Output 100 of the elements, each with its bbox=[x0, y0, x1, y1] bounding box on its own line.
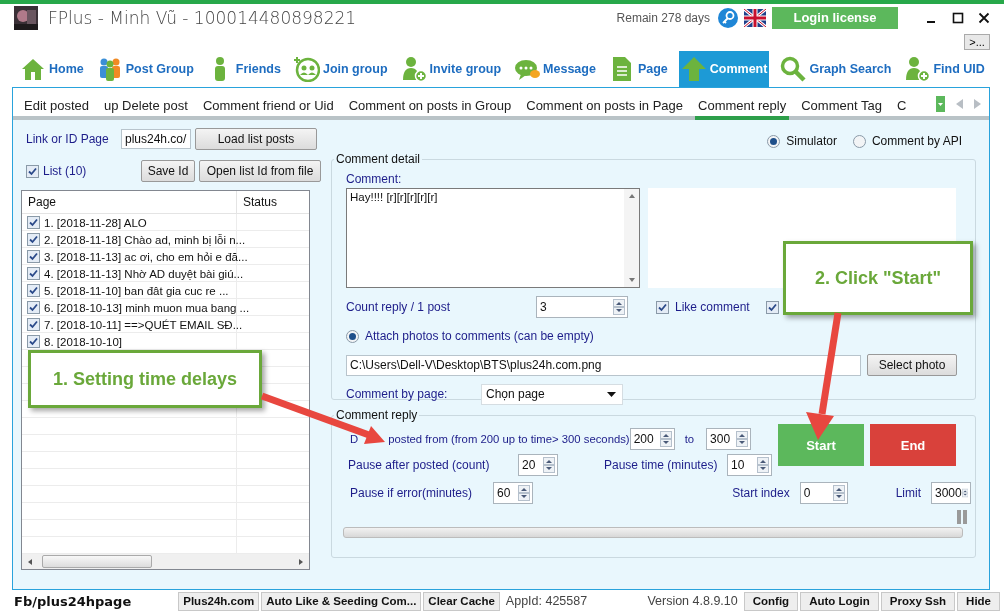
spin-arrows-icon[interactable] bbox=[736, 431, 749, 447]
remaining-days-text: Remain 278 days bbox=[616, 10, 710, 25]
save-button[interactable]: Save Id bbox=[141, 160, 195, 182]
spin-arrows-icon[interactable] bbox=[757, 457, 769, 473]
tab[interactable]: up Delete post bbox=[101, 98, 191, 120]
load-button[interactable]: Load list posts bbox=[195, 128, 317, 150]
tab[interactable]: Comment on posts in Group bbox=[345, 98, 515, 120]
checkbox[interactable] bbox=[26, 164, 39, 178]
status-button[interactable]: Auto Login bbox=[800, 591, 879, 611]
open-file-button[interactable]: Open list Id from file bbox=[199, 160, 321, 182]
nav-tab[interactable]: Post Group bbox=[94, 51, 196, 87]
table-cell: 6. [2018-10-13] minh muon mua bang ... bbox=[44, 301, 250, 314]
checkbox[interactable] bbox=[27, 318, 40, 331]
status-button[interactable]: Clear Cache bbox=[423, 591, 500, 611]
number-field[interactable]: 200 bbox=[629, 428, 675, 450]
select-photo-button[interactable]: Select photo bbox=[867, 354, 957, 376]
status-button[interactable]: Config bbox=[743, 591, 799, 611]
spin-arrows-icon[interactable] bbox=[832, 485, 845, 501]
tab[interactable]: Comment reply bbox=[695, 98, 790, 120]
number-field[interactable]: 3 bbox=[536, 296, 628, 318]
checkbox[interactable] bbox=[27, 284, 40, 297]
checkbox[interactable] bbox=[27, 233, 40, 246]
field-label: Limit bbox=[895, 486, 921, 500]
number-field[interactable]: 60 bbox=[493, 482, 533, 504]
key-icon[interactable] bbox=[718, 7, 738, 28]
checkbox[interactable] bbox=[765, 300, 779, 314]
table-cell: 2. [2018-11-18] Chào ad, minh bị lỗi n... bbox=[44, 233, 246, 246]
caret-icon bbox=[607, 391, 616, 397]
field-label: D bbox=[350, 433, 359, 445]
nav-tab[interactable]: Invite group bbox=[398, 51, 504, 87]
comment-field[interactable]: Hay!!!! [r][r][r][r][r] bbox=[346, 188, 640, 288]
nav-tab[interactable]: Find UID bbox=[902, 51, 987, 87]
number-field[interactable]: 0 bbox=[799, 482, 848, 504]
page-dropdown[interactable]: Chọn page bbox=[481, 383, 623, 405]
spin-arrows-icon[interactable] bbox=[518, 485, 530, 501]
window-title: FPlus - Minh Vũ - 100014480898221 bbox=[48, 7, 357, 28]
tab[interactable]: Edit posted bbox=[21, 98, 93, 120]
number-field[interactable]: 300 bbox=[706, 428, 752, 450]
scroll-thumb[interactable] bbox=[42, 555, 152, 568]
scrollbar[interactable] bbox=[22, 554, 309, 569]
spin-arrows-icon[interactable] bbox=[613, 299, 625, 315]
checkbox[interactable] bbox=[27, 250, 40, 263]
status-button[interactable]: Hide bbox=[957, 591, 1000, 611]
radio-label: Attach photos to comments (can be empty) bbox=[365, 329, 594, 343]
nav-tab[interactable]: Join group bbox=[291, 51, 390, 87]
add-person-icon bbox=[400, 56, 427, 83]
field-label: Pause time (minutes) bbox=[604, 458, 719, 472]
nav-tab[interactable]: Home bbox=[18, 51, 86, 87]
link-field[interactable]: plus24h.co/ bbox=[121, 129, 191, 149]
checkbox[interactable] bbox=[27, 267, 40, 280]
table-cell: 5. [2018-11-10] ban đât gia cuc re ... bbox=[44, 284, 229, 297]
number-field[interactable]: 20 bbox=[518, 454, 558, 476]
tab[interactable]: C bbox=[893, 98, 910, 120]
nav-tab[interactable]: Message bbox=[512, 51, 598, 87]
field-label: Comment: bbox=[346, 172, 403, 186]
table-cell: 7. [2018-10-11] ==>QUÉT EMAIL SĐ... bbox=[44, 318, 243, 331]
nav-tab[interactable]: Graph Search bbox=[778, 51, 894, 87]
up-arrow-icon[interactable] bbox=[627, 193, 636, 199]
radio-button[interactable] bbox=[852, 134, 866, 148]
checkbox[interactable] bbox=[27, 301, 40, 314]
spin-arrows-icon[interactable] bbox=[543, 457, 555, 473]
checkbox[interactable] bbox=[27, 335, 40, 348]
pause-icon[interactable] bbox=[957, 510, 967, 524]
tab[interactable]: Comment on posts in Page bbox=[523, 98, 687, 120]
right-arrow-icon[interactable] bbox=[297, 557, 305, 566]
nav-tab[interactable]: Friends bbox=[204, 51, 283, 87]
field-label: Start index bbox=[732, 486, 790, 500]
tab[interactable]: Comment friend or Uid bbox=[199, 98, 337, 120]
up-arrow-icon bbox=[680, 56, 707, 83]
radio-button[interactable] bbox=[767, 134, 781, 148]
end-button[interactable]: End bbox=[870, 424, 956, 466]
spin-arrows-icon[interactable] bbox=[961, 485, 968, 501]
table-cell: 8. [2018-10-10] bbox=[44, 335, 122, 348]
scrollbar[interactable] bbox=[624, 189, 639, 287]
down-arrow-icon[interactable] bbox=[627, 277, 636, 283]
field-label: Count reply / 1 post bbox=[346, 300, 452, 314]
left-arrow-icon[interactable] bbox=[26, 557, 34, 566]
table-cell: 4. [2018-11-13] Nhờ AD duyệt bài giú... bbox=[44, 267, 244, 280]
callout: 1. Setting time delays bbox=[28, 350, 262, 408]
radio-label: Simulator bbox=[786, 134, 837, 148]
column-header[interactable]: Page bbox=[22, 191, 237, 213]
tab[interactable]: Comment Tag bbox=[798, 98, 885, 120]
status-button[interactable]: Plus24h.com bbox=[178, 591, 260, 611]
path-field[interactable]: C:\Users\Dell-V\Desktop\BTS\plus24h.com.png bbox=[346, 354, 861, 376]
close-icon[interactable] bbox=[978, 11, 990, 24]
nav-tab[interactable]: Page bbox=[606, 51, 670, 87]
spin-arrows-icon[interactable] bbox=[659, 431, 672, 447]
column-header[interactable]: Status bbox=[237, 191, 309, 213]
number-field[interactable]: 10 bbox=[727, 454, 772, 476]
more-button[interactable]: >... bbox=[964, 33, 990, 50]
page-link[interactable]: Fb/plus24hpage bbox=[14, 593, 132, 609]
radio-button[interactable] bbox=[346, 329, 359, 343]
maximize-icon[interactable] bbox=[952, 11, 964, 24]
flag-icon[interactable] bbox=[744, 8, 766, 27]
number-field[interactable]: 3000 bbox=[931, 482, 971, 504]
checkbox[interactable] bbox=[27, 216, 40, 229]
field-label: Comment by page: bbox=[346, 387, 449, 401]
status-button[interactable]: Proxy Ssh bbox=[880, 591, 956, 611]
checkbox[interactable] bbox=[656, 300, 669, 314]
status-button[interactable]: Auto Like & Seeding Com... bbox=[261, 591, 422, 611]
